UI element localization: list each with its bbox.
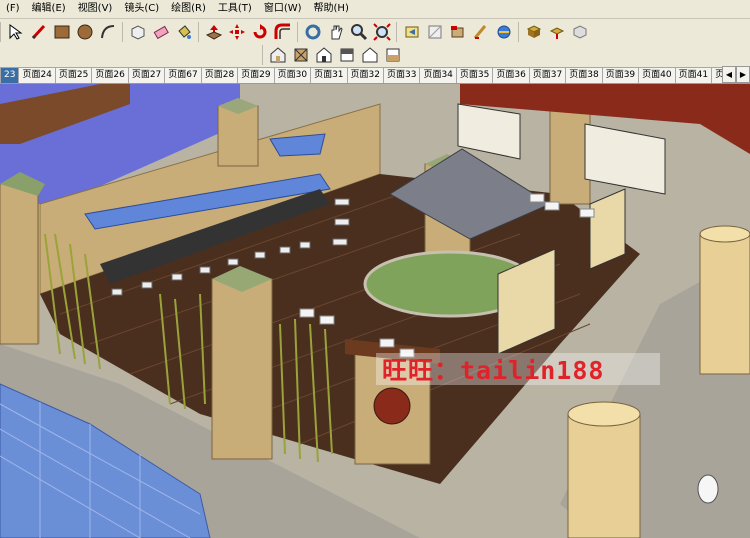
toolbar-group-draw [0, 21, 122, 42]
scene-tab[interactable]: 页面36 [492, 67, 530, 83]
main-toolbar [0, 19, 750, 44]
text-icon[interactable] [523, 21, 544, 42]
scene-tab[interactable]: 页面29 [237, 67, 275, 83]
toolbar-group-edit [122, 21, 198, 42]
scene-tab[interactable]: 页面26 [91, 67, 129, 83]
push-pull-icon[interactable] [203, 21, 224, 42]
circle-icon[interactable] [74, 21, 95, 42]
paint-bucket-icon[interactable] [173, 21, 194, 42]
scene-tab[interactable]: 页面37 [528, 67, 567, 83]
scene-tab[interactable]: 页面24 [18, 67, 56, 83]
protractor-icon[interactable] [470, 21, 491, 42]
scene-tab[interactable]: 页面39 [601, 67, 640, 83]
scene-tab[interactable]: 页面40 [638, 67, 676, 83]
scene-tab[interactable]: 页面32 [346, 67, 384, 83]
menu-view[interactable]: 视图(V) [72, 0, 119, 18]
select-arrow-icon[interactable] [5, 21, 26, 42]
menu-camera[interactable]: 镜头(C) [118, 0, 165, 18]
pencil-line-icon[interactable] [28, 21, 49, 42]
tape-measure-icon[interactable] [447, 21, 468, 42]
axes-icon[interactable] [493, 21, 514, 42]
front-view-icon[interactable] [313, 45, 334, 66]
tab-scroll-left-icon[interactable]: ◀ [722, 66, 736, 83]
section-icon[interactable] [569, 21, 590, 42]
3d-viewport[interactable]: 旺旺：tailin188 [0, 84, 750, 538]
toolbar-group-standard-views [262, 45, 407, 65]
scene-tab[interactable]: 页面38 [565, 67, 603, 83]
scene-tab[interactable]: 页面35 [455, 67, 494, 83]
lantern [697, 474, 719, 504]
next-view-icon[interactable] [424, 21, 445, 42]
rectangle-icon[interactable] [51, 21, 72, 42]
iso-view-icon[interactable] [267, 45, 288, 66]
back-view-icon[interactable] [359, 45, 380, 66]
right-view-icon[interactable] [336, 45, 357, 66]
menu-help[interactable]: 帮助(H) [308, 0, 355, 18]
toolbar-group-annotation [518, 21, 594, 42]
eraser-icon[interactable] [150, 21, 171, 42]
scene-tabs: 23 页面24 页面25 页面26 页面27 页面67 页面28 页面29 页面… [0, 66, 750, 84]
scene-tab[interactable]: 页面41 [674, 67, 713, 83]
scene-tab[interactable]: 页面27 [127, 67, 166, 83]
rotate-icon[interactable] [249, 21, 270, 42]
views-toolbar [0, 44, 750, 66]
menu-draw[interactable]: 绘图(R) [165, 0, 212, 18]
tab-scroll-controls: ◀ ▶ [722, 66, 750, 83]
scene-tab[interactable]: 页面30 [273, 67, 312, 83]
zoom-extents-icon[interactable] [371, 21, 392, 42]
left-view-icon[interactable] [382, 45, 403, 66]
toolbar-group-construct [396, 21, 518, 42]
dimension-icon[interactable] [546, 21, 567, 42]
model-scene [0, 84, 750, 538]
menu-tools[interactable]: 工具(T) [212, 0, 258, 18]
watermark-text: 旺旺：tailin188 [376, 353, 660, 385]
top-view-icon[interactable] [290, 45, 311, 66]
toolbar-group-camera [297, 21, 396, 42]
scene-tab[interactable]: 23 [0, 67, 20, 83]
scene-tab[interactable]: 页面67 [164, 67, 202, 83]
toolbar-group-modify [198, 21, 297, 42]
zoom-icon[interactable] [348, 21, 369, 42]
menu-bar: (F) 编辑(E) 视图(V) 镜头(C) 绘图(R) 工具(T) 窗口(W) … [0, 0, 750, 19]
pan-icon[interactable] [325, 21, 346, 42]
orbit-icon[interactable] [302, 21, 323, 42]
scene-tab[interactable]: 页面31 [310, 67, 348, 83]
scene-tab[interactable]: 页面34 [419, 67, 457, 83]
round-window [373, 387, 411, 425]
move-icon[interactable] [226, 21, 247, 42]
menu-window[interactable]: 窗口(W) [258, 0, 308, 18]
make-component-icon[interactable] [127, 21, 148, 42]
previous-view-icon[interactable] [401, 21, 422, 42]
offset-icon[interactable] [272, 21, 293, 42]
arc-icon[interactable] [97, 21, 118, 42]
scene-tab[interactable]: 页面33 [382, 67, 421, 83]
menu-edit[interactable]: 编辑(E) [26, 0, 72, 18]
menu-file[interactable]: (F) [0, 0, 26, 18]
tab-scroll-right-icon[interactable]: ▶ [736, 66, 750, 83]
scene-tab[interactable]: 页面28 [200, 67, 239, 83]
scene-tab[interactable]: 页面25 [54, 67, 93, 83]
